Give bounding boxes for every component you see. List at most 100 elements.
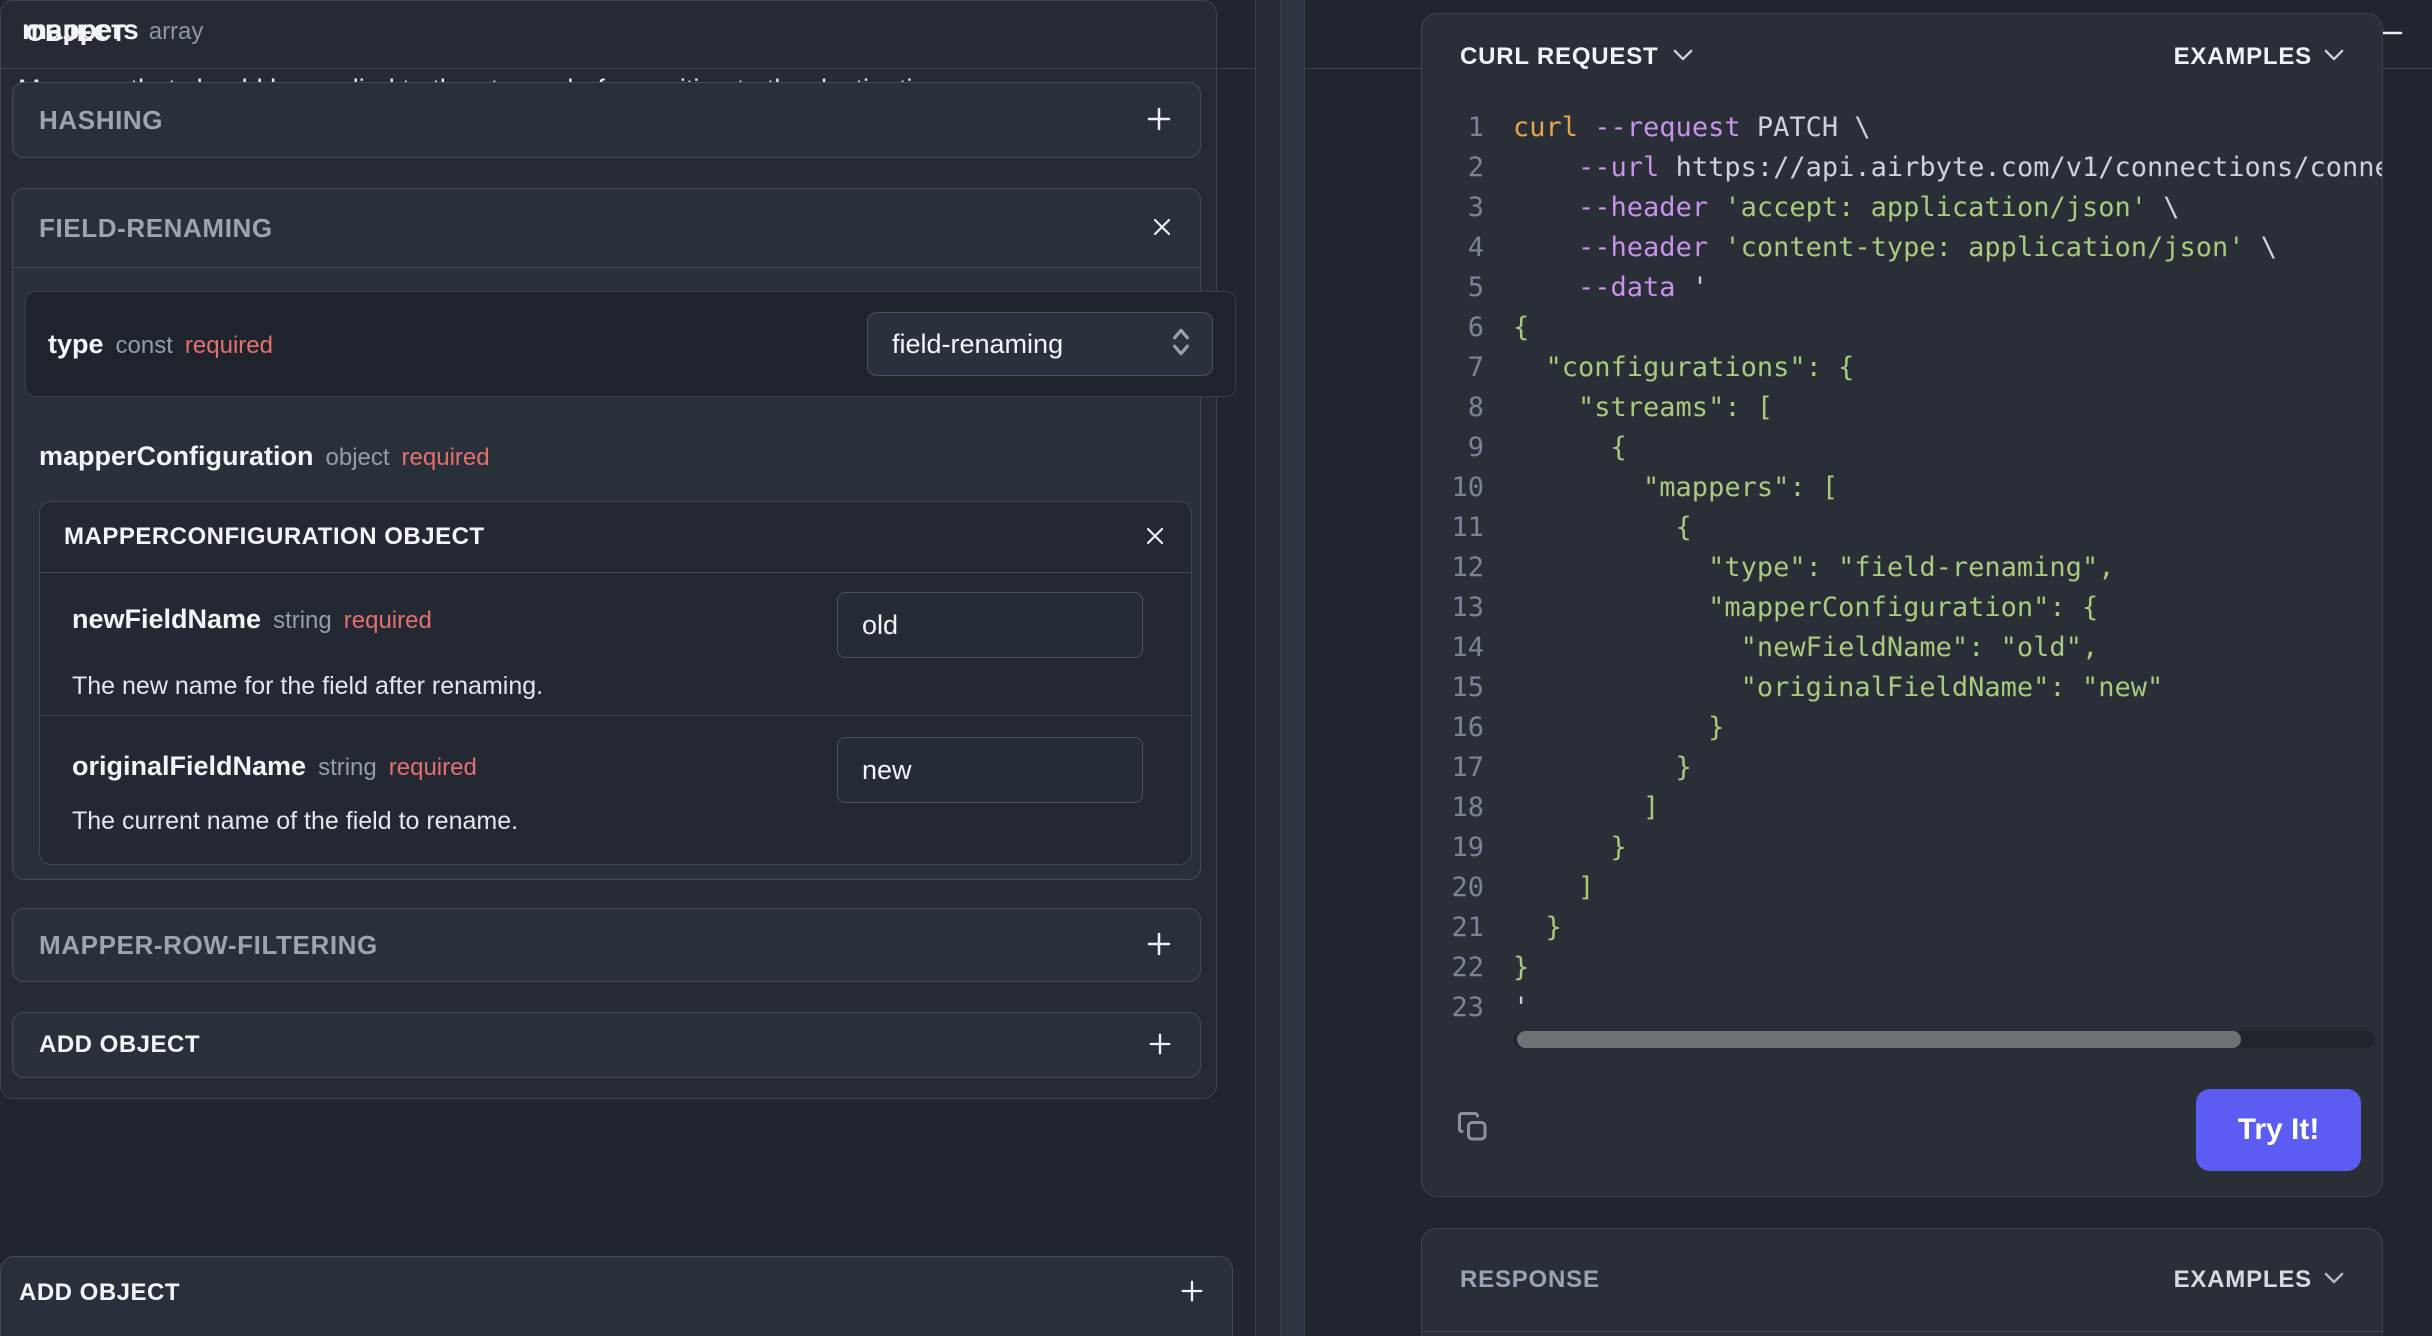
new-field-name-required-badge: required [343, 607, 432, 634]
new-field-name-input[interactable] [837, 592, 1143, 658]
response-examples-label: EXAMPLES [2173, 1266, 2312, 1293]
code-line: 2 --url https://api.airbyte.com/v1/conne… [1422, 148, 2382, 188]
field-renaming-title: FIELD-RENAMING [39, 212, 273, 243]
line-number: 6 [1467, 312, 1484, 343]
hashing-section[interactable]: HASHING [12, 82, 1201, 158]
new-field-name-description: The new name for the field after renamin… [72, 672, 544, 700]
line-number: 8 [1467, 392, 1484, 423]
line-number: 15 [1451, 672, 1484, 703]
code-block: 1 curl --request PATCH \ 2 --url https://a… [1422, 108, 2382, 1033]
close-field-renaming-button[interactable] [1150, 215, 1174, 242]
try-it-button[interactable]: Try It! [2196, 1089, 2361, 1171]
mapper-configuration-label-row: mapperConfiguration object required [39, 441, 490, 472]
curl-request-selector[interactable]: CURL REQUEST [1460, 43, 1693, 71]
original-field-name-row: originalFieldName string required The cu… [40, 715, 1191, 863]
close-icon [1143, 524, 1167, 551]
line-number: 14 [1451, 632, 1484, 663]
add-object-bar[interactable]: ADD OBJECT [12, 1012, 1201, 1078]
code-line: 10 "mappers": [ [1422, 468, 2382, 508]
mapper-configuration-card-header: MAPPERCONFIGURATION OBJECT [40, 502, 1191, 573]
line-number: 18 [1451, 792, 1484, 823]
new-field-name-kind: string [273, 607, 332, 634]
line-number: 12 [1451, 552, 1484, 583]
request-examples-dropdown[interactable]: EXAMPLES [2174, 43, 2344, 71]
line-number: 17 [1451, 752, 1484, 783]
code-horizontal-scrollbar-thumb[interactable] [1517, 1031, 2241, 1048]
code-horizontal-scrollbar[interactable] [1513, 1031, 2375, 1048]
original-field-name-description: The current name of the field to rename. [72, 807, 519, 835]
type-property-name: type [48, 328, 104, 359]
mapper-configuration-kind: object [325, 444, 390, 471]
line-number: 2 [1467, 152, 1484, 183]
outer-add-object-label: ADD OBJECT [19, 1278, 181, 1306]
chevron-down-icon [1673, 48, 1693, 66]
code-line: 3 --header 'accept: application/json' \ [1422, 188, 2382, 228]
code-line: 19 } [1422, 828, 2382, 868]
new-field-name-row: newFieldName string required The new nam… [40, 572, 1191, 716]
response-title: RESPONSE [1460, 1266, 1600, 1293]
line-number: 9 [1467, 432, 1484, 463]
add-object-label: ADD OBJECT [39, 1031, 201, 1058]
pane-scrollbar-track[interactable] [1255, 0, 1281, 1336]
code-line: 12 "type": "field-renaming", [1422, 548, 2382, 588]
response-panel: RESPONSE EXAMPLES [1421, 1228, 2383, 1336]
outer-add-object-bar[interactable]: ADD OBJECT [0, 1256, 1233, 1336]
original-field-name-label: originalFieldName [72, 751, 307, 781]
response-examples-dropdown[interactable]: EXAMPLES [2174, 1266, 2344, 1294]
mapper-configuration-card: MAPPERCONFIGURATION OBJECT newFieldName … [39, 501, 1192, 865]
line-number: 13 [1451, 592, 1484, 623]
copy-code-button[interactable] [1455, 1110, 1491, 1146]
line-number: 11 [1451, 512, 1484, 543]
plus-icon [1178, 1277, 1206, 1308]
type-select-value: field-renaming [892, 328, 1064, 359]
expand-hashing-button[interactable] [1144, 104, 1174, 137]
line-number: 21 [1451, 912, 1484, 943]
code-line: 6{ [1422, 308, 2382, 348]
type-required-badge: required [184, 331, 273, 359]
outer-add-object-button[interactable] [1178, 1277, 1206, 1308]
object-card-title: OBJECT [26, 20, 127, 47]
line-number: 22 [1451, 952, 1484, 983]
line-number: 23 [1451, 992, 1484, 1023]
code-line: 8 "streams": [ [1422, 388, 2382, 428]
line-number: 3 [1467, 192, 1484, 223]
code-line: 22} [1422, 948, 2382, 988]
chevron-down-icon [2324, 1271, 2344, 1289]
original-field-name-input[interactable] [837, 737, 1143, 803]
object-card: OBJECT HASHING FIELD-RENAMING type const… [0, 0, 2432, 1099]
close-mapper-configuration-button[interactable] [1143, 524, 1167, 551]
line-number: 1 [1467, 112, 1484, 143]
code-line: 14 "newFieldName": "old", [1422, 628, 2382, 668]
code-line: 15 "originalFieldName": "new" [1422, 668, 2382, 708]
expand-mapper-row-filtering-button[interactable] [1144, 929, 1174, 962]
code-line: 9 { [1422, 428, 2382, 468]
curl-request-panel: CURL REQUEST EXAMPLES 1 curl --request PA… [1421, 13, 2383, 1197]
type-select[interactable]: field-renaming [867, 312, 1213, 376]
mapper-configuration-required-badge: required [401, 444, 490, 471]
plus-icon [1144, 929, 1174, 962]
response-header: RESPONSE EXAMPLES [1422, 1229, 2382, 1332]
line-number: 5 [1467, 272, 1484, 303]
code-line: 5 --data ' [1422, 268, 2382, 308]
code-line: 1 curl --request PATCH \ [1422, 108, 2382, 148]
code-line: 23 ' [1422, 988, 2382, 1028]
type-property-row: type const required field-renaming [25, 291, 1236, 397]
mapper-row-filtering-section[interactable]: MAPPER-ROW-FILTERING [12, 908, 1201, 982]
original-field-name-required-badge: required [388, 754, 477, 781]
code-line: 17 } [1422, 748, 2382, 788]
line-number: 7 [1467, 352, 1484, 383]
select-chevrons-icon [1168, 325, 1194, 364]
code-line: 21 } [1422, 908, 2382, 948]
curl-request-title: CURL REQUEST [1460, 43, 1659, 70]
original-field-name-kind: string [318, 754, 377, 781]
add-object-button[interactable] [1146, 1030, 1174, 1061]
chevron-down-icon [2324, 48, 2344, 66]
field-renaming-section: FIELD-RENAMING type const required field… [12, 188, 1236, 880]
code-line: 20 ] [1422, 868, 2382, 908]
code-line: 7 "configurations": { [1422, 348, 2382, 388]
plus-icon [1144, 104, 1174, 137]
code-line: 16 } [1422, 708, 2382, 748]
line-number: 4 [1467, 232, 1484, 263]
code-line: 4 --header 'content-type: application/js… [1422, 228, 2382, 268]
pane-scrollbar-thumb[interactable] [1281, 0, 1305, 1336]
